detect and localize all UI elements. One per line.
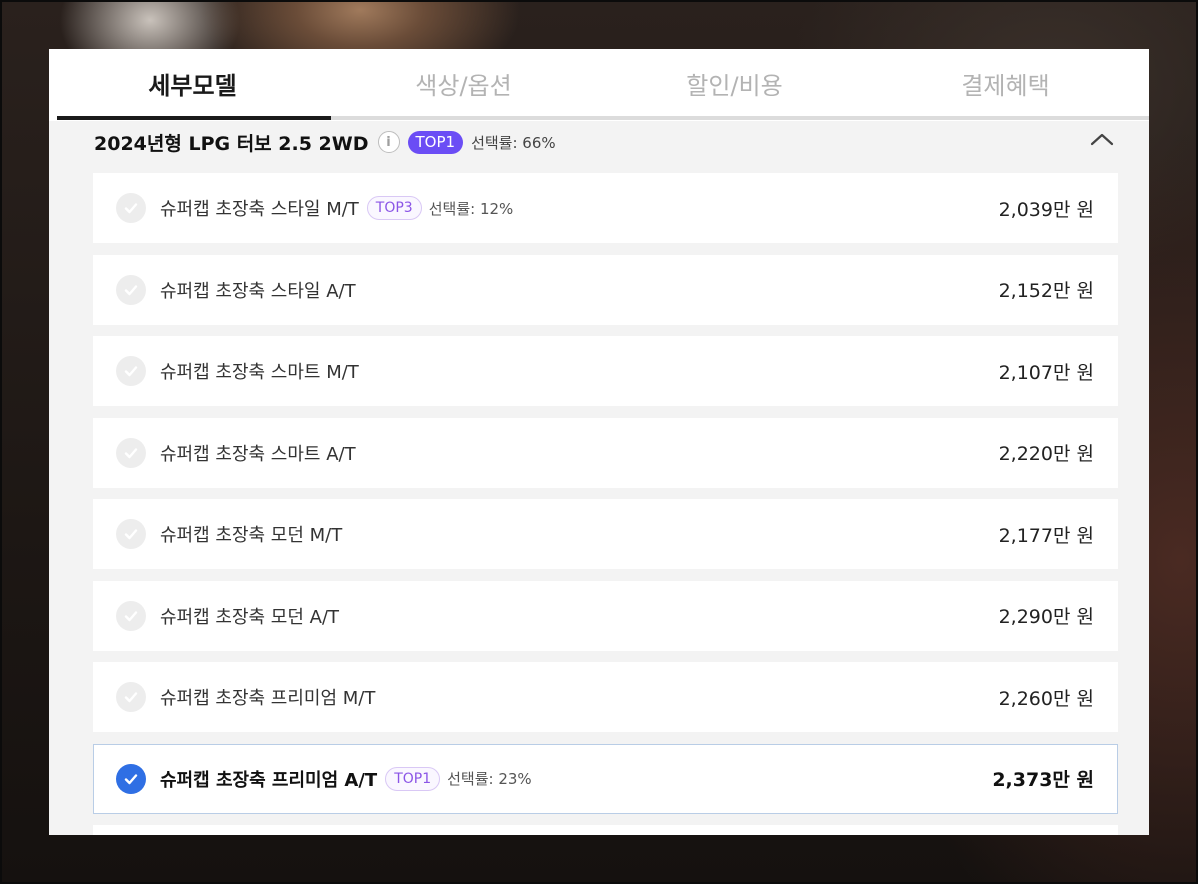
model-name-text: 슈퍼캡 초장축 스마트 M/T [160,362,359,383]
model-name-text: 슈퍼캡 초장축 스타일 A/T [160,280,356,302]
model-option-row[interactable]: 슈퍼캡 초장축 모던 A/T 2,290만 원 [93,580,1118,651]
model-price: 2,039만 원 [998,198,1094,221]
model-option-row-partial[interactable] [93,825,1118,835]
tab-payment-benefits[interactable]: 결제혜택 [870,49,1141,117]
model-name: 슈퍼캡 초장축 스마트 M/T [160,358,359,384]
model-name-text: 슈퍼캡 초장축 프리미엄 A/T [160,769,378,791]
rank-badge: TOP1 [385,766,441,791]
model-name: 슈퍼캡 초장축 스타일 M/T TOP3 선택률: 12% [160,195,513,221]
model-name-text: 슈퍼캡 초장축 모던 M/T [160,525,343,546]
model-option-row[interactable]: 슈퍼캡 초장축 스타일 A/T 2,152만 원 [93,254,1118,325]
model-name: 슈퍼캡 초장축 프리미엄 A/T TOP1 선택률: 23% [160,766,532,792]
model-price: 2,152만 원 [998,280,1094,302]
top-rank-badge: TOP1 [407,130,464,154]
tab-bar: 세부모델 색상/옵션 할인/비용 결제혜택 [49,49,1149,121]
tab-detail-model[interactable]: 세부모델 [57,49,328,117]
check-circle-icon[interactable] [116,274,146,305]
check-circle-icon[interactable] [116,356,146,386]
model-option-row[interactable]: 슈퍼캡 초장축 스마트 M/T 2,107만 원 [93,336,1118,406]
info-icon[interactable]: i [377,131,400,153]
model-selection-rate: 선택률: 23% [447,770,532,788]
model-name-text: 슈퍼캡 초장축 모던 A/T [160,606,340,628]
check-circle-icon[interactable] [116,437,146,468]
model-price: 2,290만 원 [998,606,1094,628]
checked-circle-icon[interactable] [116,763,146,794]
check-circle-icon[interactable] [116,682,146,712]
model-group-header[interactable]: 2024년형 LPG 터보 2.5 2WD i TOP1 선택률: 66% [94,121,1119,163]
tab-discount-cost[interactable]: 할인/비용 [599,49,870,117]
model-option-row[interactable]: 슈퍼캡 초장축 스마트 A/T 2,220만 원 [93,417,1118,488]
active-tab-indicator [57,116,331,120]
model-name: 슈퍼캡 초장축 프리미엄 M/T [160,684,375,710]
chevron-up-icon[interactable] [1085,123,1119,157]
model-option-row[interactable]: 슈퍼캡 초장축 스타일 M/T TOP3 선택률: 12% 2,039만 원 [93,173,1118,243]
check-circle-icon[interactable] [116,600,146,631]
model-name: 슈퍼캡 초장축 모던 A/T [160,603,339,629]
model-name-text: 슈퍼캡 초장축 프리미엄 M/T [160,688,376,709]
model-price: 2,177만 원 [998,524,1094,547]
model-price: 2,107만 원 [998,361,1094,384]
model-option-row-selected[interactable]: 슈퍼캡 초장축 프리미엄 A/T TOP1 선택률: 23% 2,373만 원 [93,743,1118,814]
model-name-text: 슈퍼캡 초장축 스마트 A/T [160,443,356,465]
model-name: 슈퍼캡 초장축 스타일 A/T [160,277,356,303]
check-circle-icon[interactable] [116,519,146,549]
model-list: 슈퍼캡 초장축 스타일 M/T TOP3 선택률: 12% 2,039만 원 슈… [93,173,1118,835]
model-selector-panel: 세부모델 색상/옵션 할인/비용 결제혜택 2024년형 LPG 터보 2.5 … [49,49,1149,835]
model-price: 2,373만 원 [992,769,1094,791]
check-circle-icon[interactable] [116,193,146,223]
model-name: 슈퍼캡 초장축 스마트 A/T [160,440,356,466]
rank-badge: TOP3 [366,196,422,220]
model-name: 슈퍼캡 초장축 모던 M/T [160,521,342,547]
model-selection-rate: 선택률: 12% [428,199,514,218]
model-price: 2,260만 원 [998,687,1094,710]
model-option-row[interactable]: 슈퍼캡 초장축 모던 M/T 2,177만 원 [93,499,1118,569]
model-option-row[interactable]: 슈퍼캡 초장축 프리미엄 M/T 2,260만 원 [93,662,1118,732]
tab-color-options[interactable]: 색상/옵션 [328,49,599,117]
selection-rate: 선택률: 66% [471,133,556,152]
model-name-text: 슈퍼캡 초장축 스타일 M/T [160,199,359,220]
model-price: 2,220만 원 [998,443,1094,465]
group-title: 2024년형 LPG 터보 2.5 2WD [94,132,369,155]
